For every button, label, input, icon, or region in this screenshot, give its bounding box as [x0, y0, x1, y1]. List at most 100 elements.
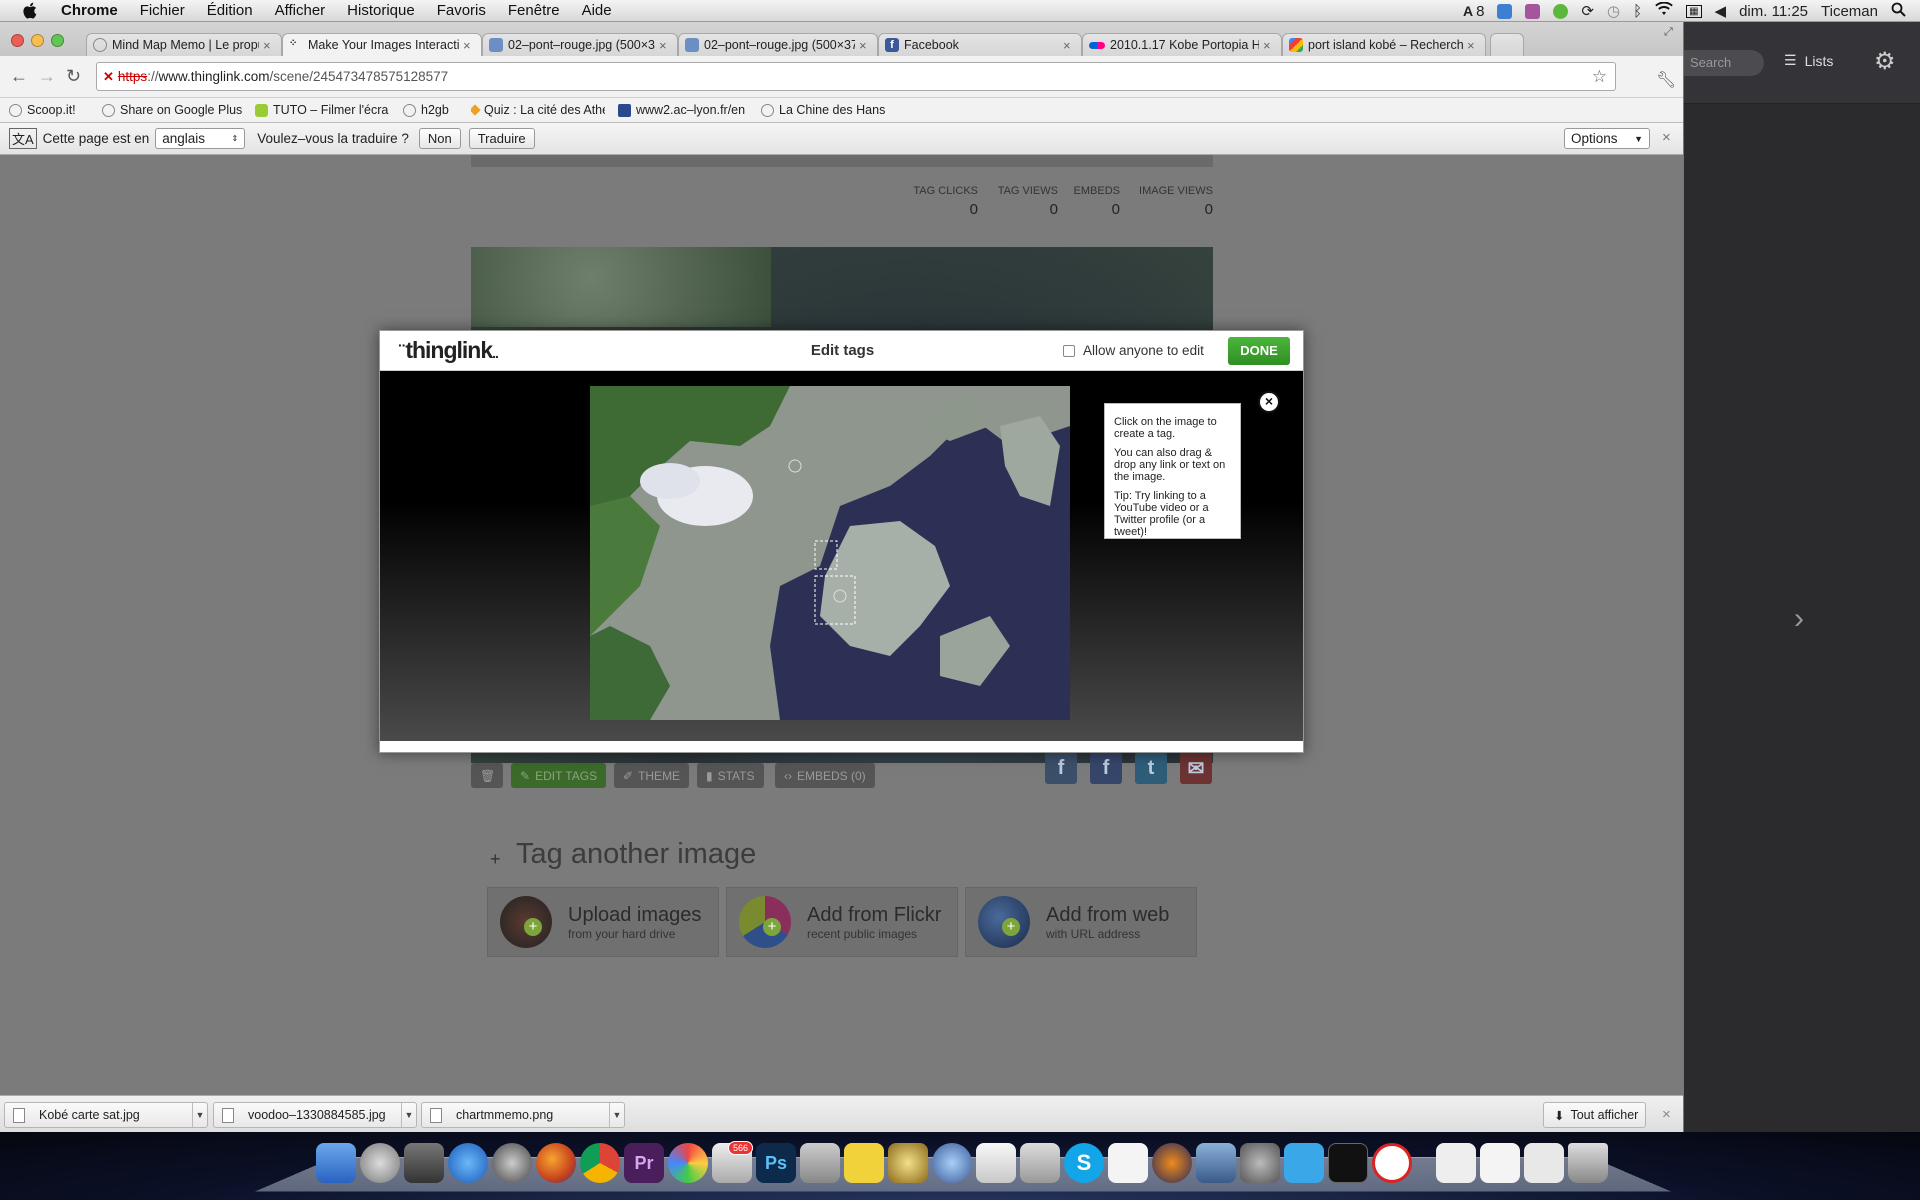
tab-mind-map-memo[interactable]: Mind Map Memo | Le propuls ×	[86, 33, 282, 56]
volume-icon[interactable]: ◀	[1715, 2, 1727, 20]
bookmark-google-plus[interactable]: Share on Google Plus	[102, 103, 242, 117]
menu-app-chrome[interactable]: Chrome	[50, 2, 129, 19]
menu-afficher[interactable]: Afficher	[264, 2, 337, 19]
wifi-icon[interactable]	[1655, 1, 1673, 20]
address-bar[interactable]: ✕ https://www.thinglink.com/scene/245473…	[96, 62, 1616, 91]
menu-historique[interactable]: Historique	[336, 2, 426, 19]
menu-fichier[interactable]: Fichier	[129, 2, 196, 19]
close-tab-icon[interactable]: ×	[1467, 38, 1479, 53]
bookmark-star-icon[interactable]: ☆	[1592, 67, 1607, 87]
back-icon[interactable]: ←	[10, 66, 28, 87]
imovie-star-icon[interactable]	[888, 1143, 928, 1183]
email-share-icon[interactable]: ✉	[1180, 752, 1212, 784]
source-language-select[interactable]: anglais ⇕	[155, 128, 246, 149]
minimize-window-button[interactable]	[31, 34, 44, 47]
twitter-icon[interactable]	[1284, 1143, 1324, 1183]
close-window-button[interactable]	[11, 34, 24, 47]
insecure-lock-icon[interactable]: ✕	[103, 69, 114, 85]
user-name[interactable]: Ticeman	[1821, 3, 1878, 20]
kobo-icon[interactable]	[1372, 1143, 1412, 1183]
close-tooltip-icon[interactable]: ×	[1258, 391, 1280, 413]
chevron-right-icon[interactable]: ›	[1794, 602, 1804, 636]
virtualbox-icon[interactable]	[1196, 1143, 1236, 1183]
tab-flickr[interactable]: 2010.1.17 Kobe Portopia Ho ×	[1082, 33, 1282, 56]
aperture-icon[interactable]	[932, 1143, 972, 1183]
dropbox-icon[interactable]	[1497, 3, 1513, 19]
menu-edition[interactable]: Édition	[196, 2, 264, 19]
bookmark-h2gb[interactable]: h2gb	[403, 103, 458, 117]
spotlight-icon[interactable]	[1891, 2, 1906, 21]
zoom-window-button[interactable]	[51, 34, 64, 47]
tab-pont-rouge-2[interactable]: 02–pont–rouge.jpg (500×37 ×	[678, 33, 878, 56]
close-tab-icon[interactable]: ×	[1263, 38, 1275, 53]
input-menu-icon[interactable]: ▦	[1686, 4, 1702, 18]
adobe-icon[interactable]: A	[1463, 3, 1473, 19]
audacity-icon[interactable]	[1152, 1143, 1192, 1183]
done-button[interactable]: DONE	[1228, 337, 1290, 365]
new-tab-button[interactable]	[1490, 33, 1524, 56]
preview-icon[interactable]	[800, 1143, 840, 1183]
downloads-stack-icon[interactable]	[1524, 1143, 1564, 1183]
close-tab-icon[interactable]: ×	[263, 38, 275, 53]
theme-button[interactable]: ✐ THEME	[614, 763, 690, 788]
add-from-flickr-card[interactable]: + Add from Flickr recent public images	[726, 887, 958, 957]
no-translate-button[interactable]: Non	[418, 128, 461, 149]
mission-control-icon[interactable]	[404, 1143, 444, 1183]
chrome-icon[interactable]	[580, 1143, 620, 1183]
firefox-icon[interactable]	[536, 1143, 576, 1183]
satellite-image[interactable]	[590, 386, 1070, 720]
photos-icon[interactable]	[668, 1143, 708, 1183]
embeds-button[interactable]: ‹› EMBEDS (0)	[775, 763, 875, 788]
premiere-icon[interactable]: Pr	[624, 1143, 664, 1183]
wrench-icon[interactable]: 🔧︎	[1656, 70, 1676, 90]
chevron-down-icon[interactable]: ▼	[192, 1103, 207, 1127]
app-store-icon[interactable]	[448, 1143, 488, 1183]
finder-icon[interactable]	[316, 1143, 356, 1183]
reload-icon[interactable]: ↻	[66, 66, 81, 87]
menu-aide[interactable]: Aide	[571, 2, 623, 19]
edit-tags-button[interactable]: ✎ EDIT TAGS	[511, 763, 607, 788]
bookmark-quiz[interactable]: Quiz : La cité des Athé	[471, 103, 605, 117]
twitter-share-icon[interactable]: t	[1135, 752, 1167, 784]
show-all-downloads-button[interactable]: ⬇ Tout afficher	[1543, 1102, 1646, 1128]
tab-facebook[interactable]: f Facebook ×	[878, 33, 1082, 56]
upload-images-card[interactable]: + Upload images from your hard drive	[487, 887, 719, 957]
sync-icon[interactable]: ⟳	[1581, 2, 1594, 20]
doc-stack-icon[interactable]	[1436, 1143, 1476, 1183]
time-machine-icon[interactable]: ◷	[1607, 2, 1620, 20]
share-thinglink-facebook-icon[interactable]: f	[1045, 752, 1077, 784]
apple-icon[interactable]	[18, 2, 40, 20]
notes-bird-icon[interactable]	[844, 1143, 884, 1183]
bookmark-tuto[interactable]: TUTO – Filmer l'écra	[255, 103, 390, 117]
allow-edit-checkbox[interactable]	[1063, 344, 1075, 357]
download-item[interactable]: voodoo–1330884585.jpg ▼	[213, 1102, 417, 1128]
chevron-down-icon[interactable]: ▼	[609, 1103, 624, 1127]
translate-button[interactable]: Traduire	[468, 128, 535, 149]
translate-options-select[interactable]: Options ▼	[1564, 128, 1650, 149]
terminal-icon[interactable]	[1328, 1143, 1368, 1183]
delete-button[interactable]: 🗑︎	[471, 763, 503, 788]
document-icon[interactable]	[1108, 1143, 1148, 1183]
background-search-input[interactable]: Search	[1684, 50, 1764, 76]
iphoto-icon[interactable]	[1020, 1143, 1060, 1183]
bookmark-chine-hans[interactable]: La Chine des Hans	[761, 103, 891, 117]
allow-anyone-edit[interactable]: Allow anyone to edit	[1063, 343, 1204, 358]
add-from-web-card[interactable]: + Add from web with URL address	[965, 887, 1197, 957]
menu-fenetre[interactable]: Fenêtre	[497, 2, 571, 19]
gear-icon[interactable]: ⚙	[1874, 50, 1896, 74]
menu-favoris[interactable]: Favoris	[426, 2, 497, 19]
download-item[interactable]: Kobé carte sat.jpg ▼	[4, 1102, 208, 1128]
close-tab-icon[interactable]: ×	[463, 38, 475, 53]
close-translate-icon[interactable]: ×	[1662, 129, 1671, 146]
chevron-down-icon[interactable]: ▼	[401, 1103, 416, 1127]
textedit-icon[interactable]	[976, 1143, 1016, 1183]
launchpad-icon[interactable]	[360, 1143, 400, 1183]
clock[interactable]: dim. 11:25	[1739, 3, 1808, 20]
tab-thinglink[interactable]: ⁘ Make Your Images Interactiv ×	[282, 33, 482, 56]
system-preferences-icon[interactable]	[1240, 1143, 1280, 1183]
download-item[interactable]: chartmmemo.png ▼	[421, 1102, 625, 1128]
fullscreen-icon[interactable]: ⤢	[1664, 26, 1673, 39]
close-tab-icon[interactable]: ×	[859, 38, 871, 53]
skype-icon[interactable]: S	[1064, 1143, 1104, 1183]
evernote-icon[interactable]	[1553, 3, 1569, 19]
